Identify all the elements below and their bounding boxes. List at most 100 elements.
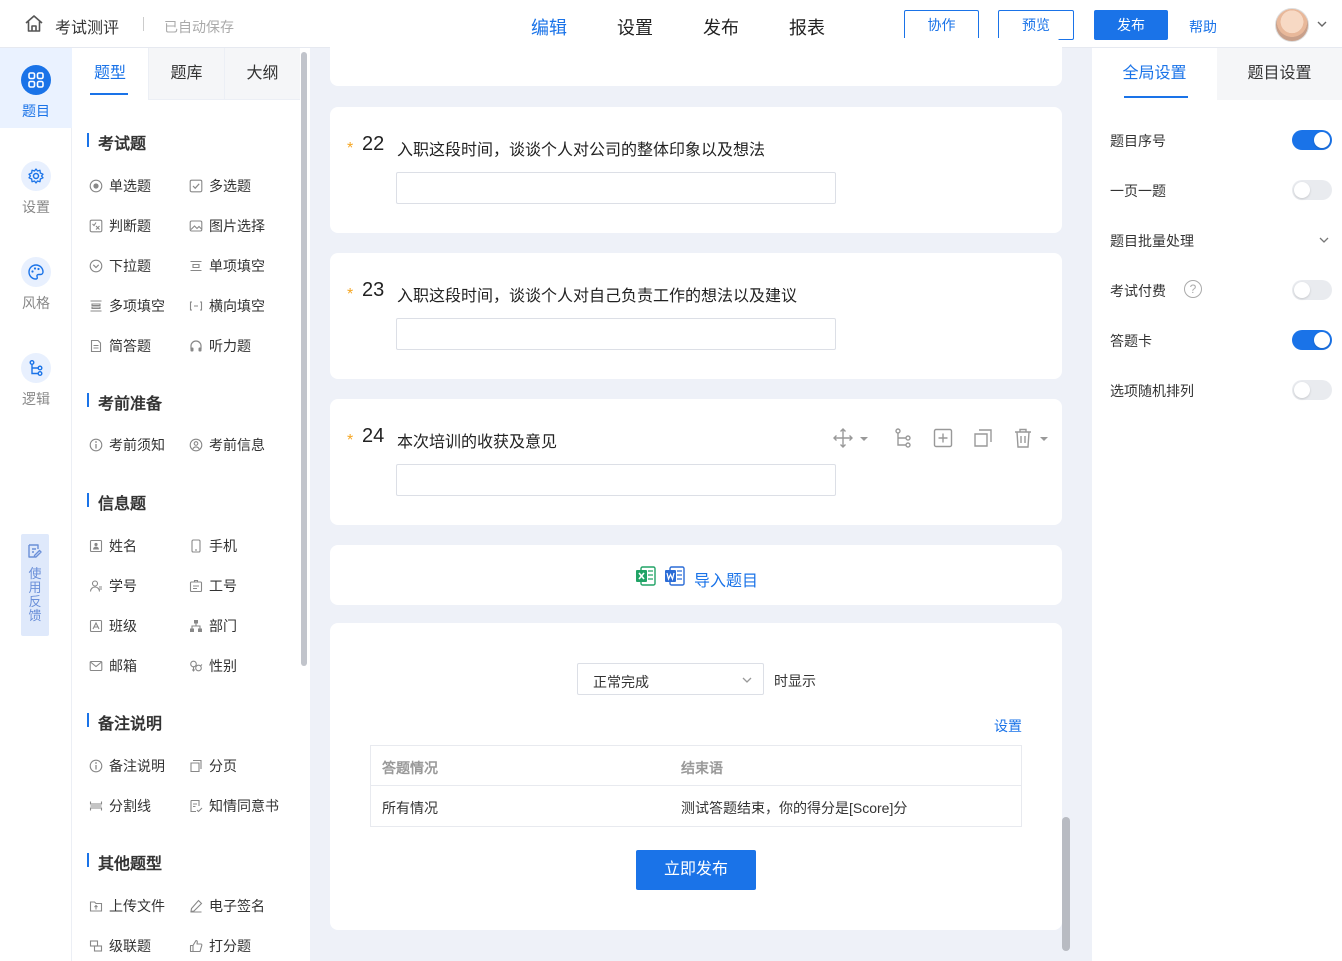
tab-outline[interactable]: 大纲 [224, 48, 300, 100]
question-card[interactable]: * 22 入职这段时间，谈谈个人对公司的整体印象以及想法 [330, 107, 1062, 233]
move-icon[interactable] [832, 427, 854, 449]
rail-item-logic[interactable]: 逻辑 [0, 353, 72, 409]
headphones-icon [190, 340, 202, 352]
setting-label: 选项随机排列 [1110, 383, 1194, 399]
excel-icon [636, 566, 656, 586]
tab-report[interactable]: 报表 [789, 14, 825, 40]
question-number: 23 [362, 279, 385, 301]
tab-global-settings[interactable]: 全局设置 [1092, 48, 1217, 100]
setting-label: 题目序号 [1110, 133, 1166, 149]
toggle-knob [1294, 282, 1310, 298]
question-title[interactable]: 入职这段时间，谈谈个人对自己负责工作的想法以及建议 [397, 282, 797, 306]
group-title-exam: 考试题 [87, 130, 146, 154]
grid-icon [21, 65, 51, 95]
id-card-icon [89, 539, 103, 553]
rail-item-style[interactable]: 风格 [0, 257, 72, 313]
chevron-down-icon[interactable] [1318, 234, 1330, 246]
answer-input[interactable] [396, 464, 836, 496]
setting-answer-card: 答题卡 [1110, 330, 1332, 350]
main-scrollbar[interactable] [1062, 817, 1070, 951]
user-circle-icon [189, 438, 203, 452]
logic-icon [21, 353, 51, 383]
publish-now-button[interactable]: 立即发布 [636, 850, 756, 890]
help-icon[interactable]: ? [1184, 280, 1202, 298]
toggle-knob [1294, 382, 1310, 398]
tab-question-bank[interactable]: 题库 [148, 48, 224, 100]
answer-input[interactable] [396, 172, 836, 204]
tab-label: 全局设置 [1122, 65, 1187, 82]
tab-question-settings[interactable]: 题目设置 [1217, 48, 1342, 100]
setting-batch-process[interactable]: 题目批量处理 [1110, 230, 1329, 250]
image-icon [189, 220, 203, 232]
feedback-button[interactable]: 使用反馈 [21, 534, 49, 636]
question-card[interactable]: * 23 入职这段时间，谈谈个人对自己负责工作的想法以及建议 [330, 253, 1062, 379]
preview-button[interactable]: 预览 [998, 10, 1074, 40]
toggle-answer-card[interactable] [1292, 330, 1332, 350]
palette-icon [21, 257, 51, 287]
toggle-knob [1294, 182, 1310, 198]
rail-item-questions[interactable]: 题目 [0, 48, 72, 128]
toggle-question-number[interactable] [1292, 130, 1332, 150]
question-types-panel: 题型 题库 大纲 考试题 单选题 多选题 判断题 图片选择 下拉题 单项填空 多… [72, 48, 310, 961]
rail-item-settings[interactable]: 设置 [0, 161, 72, 217]
ending-setting-link[interactable]: 设置 [994, 716, 1022, 736]
setting-label: 考试付费 [1110, 283, 1166, 299]
tab-question-types[interactable]: 题型 [72, 48, 148, 100]
chevron-down-icon[interactable] [1038, 427, 1050, 449]
answer-input[interactable] [396, 318, 836, 350]
edit-note-icon [28, 544, 42, 558]
tab-edit[interactable]: 编辑 [531, 14, 567, 40]
tab-underline [90, 93, 128, 95]
setting-random-options: 选项随机排列 [1110, 380, 1332, 400]
student-icon [89, 580, 102, 592]
toggle-exam-payment[interactable] [1292, 280, 1332, 300]
show-suffix: 时显示 [774, 673, 816, 689]
badge-icon [189, 579, 203, 593]
upload-icon [89, 901, 103, 912]
table-header: 答题情况 结束语 [371, 746, 1021, 786]
question-card-previous[interactable] [330, 38, 1062, 86]
chevron-down-icon[interactable] [1316, 18, 1328, 30]
avatar[interactable] [1275, 8, 1309, 42]
fill-blank-icon [190, 260, 202, 272]
question-card[interactable]: * 24 本次培训的收获及意见 [330, 399, 1062, 525]
completion-select[interactable]: 正常完成 [577, 663, 764, 695]
import-questions-link[interactable]: 导入题目 [694, 567, 758, 591]
question-title[interactable]: 入职这段时间，谈谈个人对公司的整体印象以及想法 [397, 136, 765, 160]
autosave-status: 已自动保存 [164, 19, 234, 35]
chevron-down-icon [742, 677, 752, 683]
trash-icon[interactable] [1012, 427, 1034, 449]
home-icon[interactable] [24, 14, 44, 34]
editor-canvas: * 22 入职这段时间，谈谈个人对公司的整体印象以及想法 * 23 入职这段时间… [310, 38, 1092, 961]
required-mark: * [347, 140, 354, 157]
tab-settings[interactable]: 设置 [617, 14, 653, 40]
left-rail: 题目 设置 风格 逻辑 使用反馈 [0, 48, 72, 961]
tab-label: 题库 [170, 65, 203, 82]
collaborate-button[interactable]: 协作 [904, 10, 979, 40]
feedback-label: 使用反馈 [28, 566, 42, 623]
toggle-one-per-page[interactable] [1292, 180, 1332, 200]
copy-icon[interactable] [972, 427, 994, 449]
publish-button[interactable]: 发布 [1094, 10, 1168, 40]
thumbs-up-icon [189, 939, 203, 953]
setting-label: 一页一题 [1110, 183, 1166, 199]
completion-select-value: 正常完成 [593, 674, 649, 690]
import-card[interactable]: 导入题目 [330, 545, 1062, 605]
toggle-random-options[interactable] [1292, 380, 1332, 400]
question-number: 24 [362, 425, 385, 447]
tab-label: 题目设置 [1247, 65, 1312, 82]
question-title[interactable]: 本次培训的收获及意见 [397, 428, 557, 452]
add-icon[interactable] [932, 427, 954, 449]
chevron-down-icon[interactable] [858, 427, 870, 449]
types-scrollbar[interactable] [301, 52, 307, 666]
setting-one-per-page: 一页一题 [1110, 180, 1332, 200]
tab-publish[interactable]: 发布 [703, 14, 739, 40]
help-link[interactable]: 帮助 [1189, 17, 1217, 37]
setting-question-number: 题目序号 [1110, 130, 1332, 150]
group-title-notes: 备注说明 [87, 710, 162, 734]
table-cell: 所有情况 [382, 800, 438, 816]
horizontal-fill-icon [189, 301, 203, 311]
cascade-icon [89, 940, 103, 952]
logic-icon[interactable] [892, 427, 914, 449]
group-title-prep: 考前准备 [87, 390, 162, 414]
